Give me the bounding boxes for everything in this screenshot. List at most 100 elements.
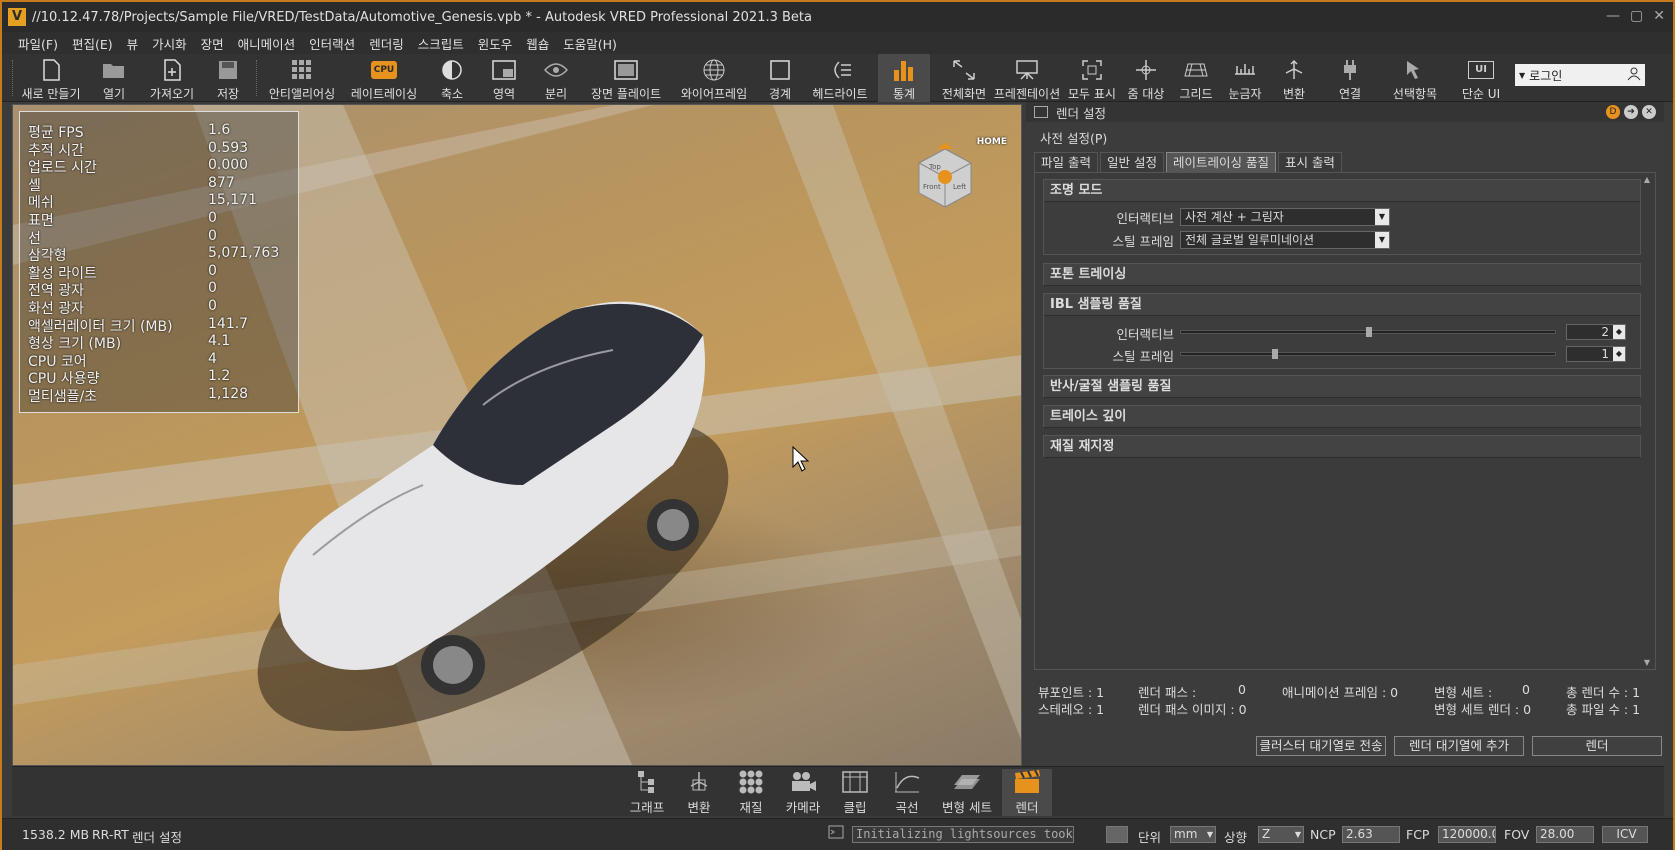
simple-ui-button[interactable]: UI 단순 UI [1458,54,1504,102]
user-icon [1627,67,1641,84]
reflection-sampling-section[interactable]: 반사/굴절 샘플링 품질 [1043,375,1641,398]
trace-depth-section[interactable]: 트레이스 깊이 [1043,405,1641,428]
menu-webshop[interactable]: 웹숍 [526,34,549,53]
raytracing-button[interactable]: CPU 레이트레이싱 [346,54,422,102]
close-panel-icon[interactable]: ✕ [1642,105,1656,119]
menu-animation[interactable]: 애니메이션 [238,34,296,53]
login-field[interactable]: ▼ 로그인 [1515,64,1645,86]
presentation-button[interactable]: 프레젠테이션 [990,54,1064,102]
headlight-button[interactable]: 헤드라이트 [808,54,872,102]
show-all-button[interactable]: 모두 표시 [1064,54,1120,102]
module-camera[interactable]: 카메라 [778,769,828,816]
tab-display-output[interactable]: 표시 출력 [1277,152,1342,172]
selection-button[interactable]: 선택항목 [1384,54,1446,102]
vertical-scrollbar[interactable]: ▲ ▼ [1641,175,1653,667]
menu-edit[interactable]: 편집(E) [72,34,113,53]
grid-button[interactable]: 그리드 [1176,54,1216,102]
menu-file[interactable]: 파일(F) [18,34,58,53]
tab-raytracing-quality[interactable]: 레이트레이싱 품질 [1165,152,1276,172]
home-button[interactable]: HOME [977,137,1007,147]
save-button[interactable]: 저장 [208,54,248,102]
section-title[interactable]: 트레이스 깊이 [1044,406,1640,428]
add-to-queue-button[interactable]: 렌더 대기열에 추가 [1394,736,1524,756]
menu-rendering[interactable]: 렌더링 [369,34,404,53]
section-title[interactable]: 재질 재지정 [1044,436,1640,458]
ibl-still-slider[interactable] [1180,349,1556,359]
status-bar: 1538.2 MB RR-RT 렌더 설정 Initializing light… [2,818,1673,850]
isolate-button[interactable]: 분리 [536,54,576,102]
still-lighting-dropdown[interactable]: 전체 글로벌 일루미네이션 ▼ [1180,231,1390,249]
window-title: //10.12.47.78/Projects/Sample File/VRED/… [32,9,812,25]
close-icon[interactable]: ✕ [1653,8,1665,24]
module-curves[interactable]: 곡선 [882,769,932,816]
dock-icon[interactable]: D [1606,105,1620,119]
slider-handle[interactable] [1272,349,1278,359]
python-toggle[interactable] [1106,826,1128,843]
interactive-lighting-dropdown[interactable]: 사전 계산 + 그림자 ▼ [1180,208,1390,226]
tab-general-settings[interactable]: 일반 설정 [1099,152,1164,172]
fcp-input[interactable]: 120000.00 [1438,826,1496,843]
section-title[interactable]: IBL 샘플링 품질 [1044,294,1640,316]
new-button[interactable]: 새로 만들기 [18,54,84,102]
material-override-section[interactable]: 재질 재지정 [1043,435,1641,458]
ibl-still-spinbox[interactable]: 1 ◆ [1566,346,1626,362]
module-materials[interactable]: 재질 [726,769,776,816]
section-title[interactable]: 반사/굴절 샘플링 품질 [1044,376,1640,398]
photon-tracing-section[interactable]: 포톤 트레이싱 [1043,263,1641,286]
menu-interaction[interactable]: 인터랙션 [309,34,355,53]
send-to-cluster-button[interactable]: 클러스터 대기열로 전송 [1256,736,1386,756]
module-clip[interactable]: 클립 [830,769,880,816]
float-icon[interactable]: ➔ [1624,105,1638,119]
module-transform[interactable]: 변환 [674,769,724,816]
tab-file-output[interactable]: 파일 출력 [1034,152,1098,172]
region-button[interactable]: 영역 [484,54,524,102]
bounding-box-button[interactable]: 경계 [762,54,798,102]
menu-visualization[interactable]: 가시화 [152,34,187,53]
section-title[interactable]: 조명 모드 [1044,180,1640,202]
still-frame-label: 스틸 프레임 [1112,234,1174,249]
menu-view[interactable]: 뷰 [127,34,139,53]
unit-select[interactable]: mm ▼ [1170,826,1216,843]
module-scenegraph[interactable]: 그래프 [622,769,672,816]
antialiasing-button[interactable]: 안티앨리어싱 [262,54,342,102]
fullscreen-button[interactable]: 전체화면 [936,54,992,102]
import-button[interactable]: 가져오기 [144,54,200,102]
terminal-icon[interactable] [828,825,844,842]
spin-arrows-icon[interactable]: ◆ [1613,325,1625,339]
render-viewport[interactable]: 평균 FPS 1.6 추적 시간 0.593 업로드 시간 0.000 셸 877 메쉬… [12,104,1022,766]
section-title[interactable]: 포톤 트레이싱 [1044,264,1640,286]
minimize-icon[interactable]: — [1606,8,1620,24]
menu-script[interactable]: 스크립트 [418,34,464,53]
open-button[interactable]: 열기 [92,54,136,102]
wireframe-button[interactable]: 와이어프레임 [672,54,756,102]
chevron-down-icon: ▼ [1206,830,1213,839]
navigation-cube[interactable]: Top Front Left HOME [905,135,1007,215]
render-button[interactable]: 렌더 [1532,736,1662,756]
ibl-interactive-slider[interactable] [1180,327,1556,337]
spin-arrows-icon[interactable]: ◆ [1613,347,1625,361]
slider-handle[interactable] [1366,327,1372,337]
transform-button[interactable]: 변환 [1276,54,1312,102]
up-axis-select[interactable]: Z ▼ [1258,826,1304,843]
scroll-up-icon[interactable]: ▲ [1641,175,1653,184]
menu-scene[interactable]: 장면 [201,34,224,53]
ruler-button[interactable]: 눈금자 [1224,54,1266,102]
ncp-input[interactable]: 2.63 [1342,826,1400,843]
connect-button[interactable]: 연결 [1332,54,1368,102]
module-variant-sets[interactable]: 변형 세트 [936,769,998,816]
ibl-interactive-spinbox[interactable]: 2 ◆ [1566,324,1626,340]
statistics-button[interactable]: 통계 [878,54,930,102]
maximize-icon[interactable]: ▢ [1630,8,1643,24]
scroll-down-icon[interactable]: ▼ [1641,658,1653,667]
module-render[interactable]: 렌더 [1002,769,1052,816]
fov-input[interactable]: 28.00 [1536,826,1594,843]
scene-plate-button[interactable]: 장면 플레이트 [586,54,666,102]
menu-bar: 파일(F) 편집(E) 뷰 가시화 장면 애니메이션 인터랙션 렌더링 스크립트… [2,32,1673,54]
reduce-button[interactable]: 축소 [432,54,472,102]
zoom-target-button[interactable]: 줌 대상 [1122,54,1170,102]
icv-button[interactable]: ICV [1602,826,1648,843]
presets-menu[interactable]: 사전 설정(P) [1040,128,1107,147]
menu-help[interactable]: 도움말(H) [563,34,617,53]
menu-window[interactable]: 윈도우 [478,34,513,53]
stat-row: 표면 0 [28,209,217,229]
